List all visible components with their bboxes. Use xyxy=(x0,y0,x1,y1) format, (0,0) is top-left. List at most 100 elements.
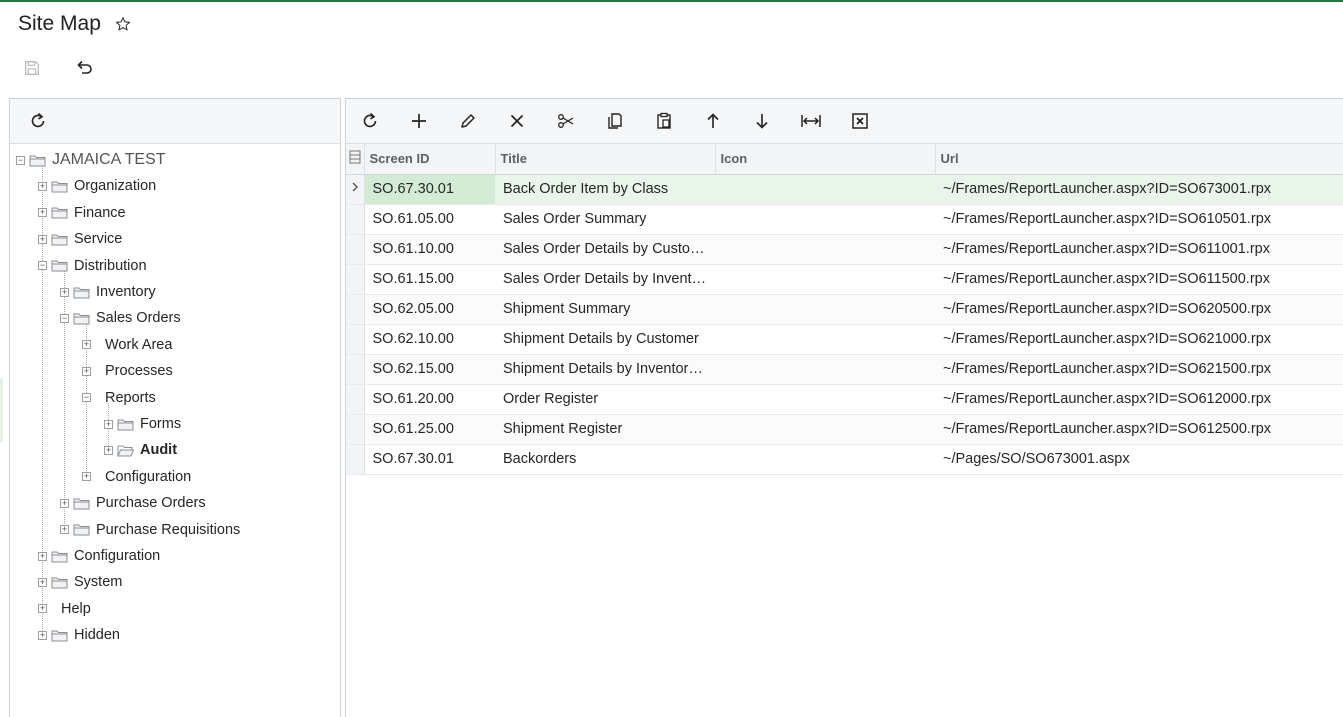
cell-url[interactable]: ~/Frames/ReportLauncher.aspx?ID=SO673001… xyxy=(935,174,1343,205)
cell-screen-id[interactable]: SO.61.20.00 xyxy=(364,384,495,415)
column-header-title[interactable]: Title xyxy=(495,144,716,175)
expand-toggle-icon[interactable]: + xyxy=(104,445,113,455)
cell-title[interactable]: Shipment Register xyxy=(495,414,715,445)
cell-icon[interactable] xyxy=(715,444,935,475)
paste-button[interactable] xyxy=(650,107,678,135)
expand-toggle-icon[interactable]: + xyxy=(38,234,47,244)
edit-button[interactable] xyxy=(454,107,482,135)
table-row[interactable]: SO.61.10.00 Sales Order Details by Custo…… xyxy=(346,234,1343,265)
cell-screen-id[interactable]: SO.67.30.01 xyxy=(364,174,495,205)
expand-toggle-icon[interactable]: + xyxy=(60,287,69,297)
table-row[interactable]: SO.67.30.01 Backorders ~/Pages/SO/SO673001… xyxy=(346,444,1343,475)
cell-url[interactable]: ~/Frames/ReportLauncher.aspx?ID=SO621500… xyxy=(935,354,1343,385)
cell-screen-id[interactable]: SO.62.15.00 xyxy=(364,354,495,385)
row-selector[interactable] xyxy=(346,444,365,475)
expand-toggle-icon[interactable]: + xyxy=(82,366,91,376)
expand-toggle-icon[interactable]: + xyxy=(38,551,47,561)
cell-url[interactable]: ~/Frames/ReportLauncher.aspx?ID=SO611001… xyxy=(935,234,1343,265)
expand-toggle-icon[interactable]: + xyxy=(38,577,47,587)
favorite-star-icon[interactable] xyxy=(115,15,133,33)
table-row[interactable]: SO.67.30.01 Back Order Item by Class ~/Fra… xyxy=(346,174,1343,205)
tree-node[interactable]: + Organization xyxy=(38,175,156,197)
expand-toggle-icon[interactable]: + xyxy=(82,340,91,350)
cell-title[interactable]: Shipment Details by Inventor… xyxy=(495,354,715,385)
delete-button[interactable] xyxy=(503,107,531,135)
tree-node[interactable]: + Configuration xyxy=(82,466,191,488)
cell-url[interactable]: ~/Pages/SO/SO673001.aspx xyxy=(935,444,1343,475)
cell-screen-id[interactable]: SO.62.10.00 xyxy=(364,324,495,355)
tree-node[interactable]: + Finance xyxy=(38,202,126,224)
cell-screen-id[interactable]: SO.61.10.00 xyxy=(364,234,495,265)
tree-node[interactable]: + Forms xyxy=(104,413,181,435)
table-row[interactable]: SO.62.05.00 Shipment Summary ~/Frames/Repo… xyxy=(346,294,1343,325)
cell-icon[interactable] xyxy=(715,264,935,295)
expand-toggle-icon[interactable]: + xyxy=(104,419,113,429)
cell-url[interactable]: ~/Frames/ReportLauncher.aspx?ID=SO621000… xyxy=(935,324,1343,355)
tree-node[interactable]: − Distribution xyxy=(38,255,147,277)
row-selector[interactable] xyxy=(346,234,365,265)
tree-node[interactable]: + Work Area xyxy=(82,334,172,356)
row-selector[interactable] xyxy=(346,204,365,235)
cell-url[interactable]: ~/Frames/ReportLauncher.aspx?ID=SO620500… xyxy=(935,294,1343,325)
row-selector[interactable] xyxy=(346,264,365,295)
cell-url[interactable]: ~/Frames/ReportLauncher.aspx?ID=SO611500… xyxy=(935,264,1343,295)
tree-node[interactable]: + Processes xyxy=(82,360,173,382)
add-row-button[interactable] xyxy=(405,107,433,135)
tree-node[interactable]: − JAMAICA TEST xyxy=(16,149,166,171)
undo-button[interactable] xyxy=(70,54,98,82)
cell-screen-id[interactable]: SO.67.30.01 xyxy=(364,444,495,475)
tree-node[interactable]: + Hidden xyxy=(38,624,120,646)
cell-icon[interactable] xyxy=(715,354,935,385)
cell-icon[interactable] xyxy=(715,384,935,415)
tree-node[interactable]: + System xyxy=(38,571,122,593)
grid-refresh-button[interactable] xyxy=(356,107,384,135)
cell-icon[interactable] xyxy=(715,204,935,235)
expand-toggle-icon[interactable]: + xyxy=(38,208,47,218)
save-button[interactable] xyxy=(18,54,46,82)
cell-screen-id[interactable]: SO.61.25.00 xyxy=(364,414,495,445)
tree-node[interactable]: + Help xyxy=(38,598,91,620)
table-row[interactable]: SO.61.20.00 Order Register ~/Frames/Report… xyxy=(346,384,1343,415)
move-up-button[interactable] xyxy=(699,107,727,135)
tree-refresh-button[interactable] xyxy=(24,107,52,135)
tree-node[interactable]: + Inventory xyxy=(60,281,156,303)
cell-screen-id[interactable]: SO.61.05.00 xyxy=(364,204,495,235)
column-header-icon[interactable]: Icon xyxy=(715,144,936,175)
cell-title[interactable]: Shipment Details by Customer xyxy=(495,324,715,355)
expand-toggle-icon[interactable]: + xyxy=(38,604,47,614)
tree-node[interactable]: + Purchase Requisitions xyxy=(60,519,240,541)
table-row[interactable]: SO.62.10.00 Shipment Details by Customer ~… xyxy=(346,324,1343,355)
row-selector[interactable] xyxy=(346,294,365,325)
row-selector[interactable] xyxy=(346,354,365,385)
table-row[interactable]: SO.61.25.00 Shipment Register ~/Frames/Rep… xyxy=(346,414,1343,445)
cut-button[interactable] xyxy=(552,107,580,135)
table-row[interactable]: SO.62.15.00 Shipment Details by Inventor…… xyxy=(346,354,1343,385)
cell-title[interactable]: Back Order Item by Class xyxy=(495,174,715,205)
tree-node[interactable]: + Purchase Orders xyxy=(60,492,206,514)
cell-screen-id[interactable]: SO.61.15.00 xyxy=(364,264,495,295)
expand-toggle-icon[interactable]: + xyxy=(38,181,47,191)
row-selector[interactable] xyxy=(346,384,365,415)
column-header-url[interactable]: Url xyxy=(935,144,1343,175)
tree-node[interactable]: − Reports xyxy=(82,387,156,409)
row-selector[interactable] xyxy=(346,324,365,355)
cell-url[interactable]: ~/Frames/ReportLauncher.aspx?ID=SO610501… xyxy=(935,204,1343,235)
cell-title[interactable]: Sales Order Details by Custo… xyxy=(495,234,715,265)
move-down-button[interactable] xyxy=(748,107,776,135)
cell-icon[interactable] xyxy=(715,414,935,445)
cell-icon[interactable] xyxy=(715,174,935,205)
cell-title[interactable]: Backorders xyxy=(495,444,715,475)
cell-title[interactable]: Sales Order Summary xyxy=(495,204,715,235)
cell-title[interactable]: Sales Order Details by Invent… xyxy=(495,264,715,295)
collapse-toggle-icon[interactable]: − xyxy=(38,261,47,271)
tree-node[interactable]: − Sales Orders xyxy=(60,307,181,329)
cell-icon[interactable] xyxy=(715,324,935,355)
tree-node[interactable]: + Service xyxy=(38,228,122,250)
expand-toggle-icon[interactable]: + xyxy=(60,525,69,535)
collapse-toggle-icon[interactable]: − xyxy=(82,393,91,403)
copy-button[interactable] xyxy=(601,107,629,135)
cell-url[interactable]: ~/Frames/ReportLauncher.aspx?ID=SO612000… xyxy=(935,384,1343,415)
row-selector[interactable] xyxy=(346,174,365,205)
expand-toggle-icon[interactable]: + xyxy=(60,498,69,508)
cell-screen-id[interactable]: SO.62.05.00 xyxy=(364,294,495,325)
